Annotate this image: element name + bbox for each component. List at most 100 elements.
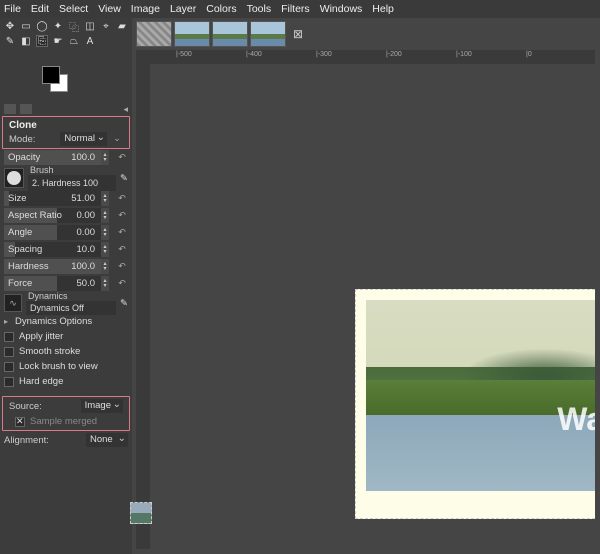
warp-tool-icon[interactable]: ⌖ xyxy=(100,20,112,32)
crop-tool-icon[interactable]: ⿻ xyxy=(68,20,80,32)
menu-edit[interactable]: Edit xyxy=(31,3,49,15)
ruler-mark: |-200 xyxy=(386,51,402,58)
brush-name-field[interactable]: 2. Hardness 100 xyxy=(28,175,116,191)
rect-select-tool-icon[interactable]: ▭ xyxy=(20,20,32,32)
sidebar: ✥ ▭ ◯ ✦ ⿻ ◫ ⌖ ▰ ✎ ◧ ⎘ ☛ ⏢ A ◂ Clone Mode… xyxy=(0,18,132,554)
brush-preview[interactable] xyxy=(4,168,24,188)
text-tool-icon[interactable]: A xyxy=(84,35,96,47)
ruler-mark: |-100 xyxy=(456,51,472,58)
menu-layer[interactable]: Layer xyxy=(170,3,196,15)
hardness-slider[interactable]: Hardness 100.0 ▴▾ xyxy=(4,259,109,274)
sample-merged-label: Sample merged xyxy=(30,416,97,427)
clone-tool-icon[interactable]: ⎘ xyxy=(36,35,48,47)
opacity-label: Opacity xyxy=(4,152,40,163)
path-tool-icon[interactable]: ⏢ xyxy=(68,35,80,47)
source-label: Source: xyxy=(9,401,42,412)
size-reset-icon[interactable]: ↶ xyxy=(116,193,128,204)
aspect-slider[interactable]: Aspect Ratio 0.00 ▴▾ xyxy=(4,208,109,223)
spacing-slider[interactable]: Spacing 10.0 ▴▾ xyxy=(4,242,109,257)
ruler-mark: |0 xyxy=(526,51,532,58)
aspect-value: 0.00 xyxy=(77,210,110,221)
highlight-clone: Clone Mode: Normal ⌄ xyxy=(2,116,130,149)
fuzzy-select-tool-icon[interactable]: ✦ xyxy=(52,20,64,32)
mode-label: Mode: xyxy=(9,134,35,145)
ruler-mark: |-300 xyxy=(316,51,332,58)
hardness-value: 100.0 xyxy=(71,261,109,272)
angle-reset-icon[interactable]: ↶ xyxy=(116,227,128,238)
brush-label: Brush xyxy=(28,165,116,175)
angle-label: Angle xyxy=(4,227,32,238)
free-select-tool-icon[interactable]: ◯ xyxy=(36,20,48,32)
opacity-value: 100.0 xyxy=(71,152,109,163)
alignment-label: Alignment: xyxy=(4,435,49,446)
source-dropdown[interactable]: Image xyxy=(81,399,123,413)
force-slider[interactable]: Force 50.0 ▴▾ xyxy=(4,276,109,291)
dock-menu-icon[interactable]: ◂ xyxy=(123,104,128,115)
menu-file[interactable]: File xyxy=(4,3,21,15)
smooth-checkbox[interactable] xyxy=(4,347,14,357)
dynamics-options-label[interactable]: Dynamics Options xyxy=(15,316,92,327)
image-tab-3[interactable] xyxy=(212,21,248,47)
image-tab-4[interactable] xyxy=(250,21,286,47)
jitter-checkbox[interactable] xyxy=(4,332,14,342)
move-tool-icon[interactable]: ✥ xyxy=(4,20,16,32)
mode-menu-icon[interactable]: ⌄ xyxy=(111,133,123,145)
dock-tab-options[interactable] xyxy=(4,104,16,114)
close-tab-icon[interactable]: ⊠ xyxy=(288,21,308,47)
expand-icon[interactable]: ▸ xyxy=(4,317,8,326)
menu-image[interactable]: Image xyxy=(131,3,160,15)
dock-tabs: ◂ xyxy=(0,102,132,116)
sample-merged-checkbox[interactable] xyxy=(15,417,25,427)
highlight-source: Source: Image Sample merged xyxy=(2,396,130,431)
color-swatches xyxy=(0,64,132,102)
menu-tools[interactable]: Tools xyxy=(247,3,272,15)
hardedge-checkbox[interactable] xyxy=(4,377,14,387)
mode-dropdown[interactable]: Normal xyxy=(60,132,107,146)
menu-filters[interactable]: Filters xyxy=(281,3,310,15)
menu-help[interactable]: Help xyxy=(372,3,394,15)
jitter-label: Apply jitter xyxy=(19,331,63,342)
dock-tab-device[interactable] xyxy=(20,104,32,114)
transform-tool-icon[interactable]: ◫ xyxy=(84,20,96,32)
menubar: File Edit Select View Image Layer Colors… xyxy=(0,0,600,18)
menu-windows[interactable]: Windows xyxy=(320,3,363,15)
canvas[interactable]: Wa xyxy=(150,64,595,549)
foreground-color[interactable] xyxy=(42,66,60,84)
image-tab-1[interactable] xyxy=(136,21,172,47)
aspect-label: Aspect Ratio xyxy=(4,210,62,221)
pencil-tool-icon[interactable]: ✎ xyxy=(4,35,16,47)
image-tab-2[interactable] xyxy=(174,21,210,47)
force-label: Force xyxy=(4,278,32,289)
menu-select[interactable]: Select xyxy=(59,3,88,15)
hardedge-label: Hard edge xyxy=(19,376,63,387)
bucket-tool-icon[interactable]: ▰ xyxy=(116,20,128,32)
angle-slider[interactable]: Angle 0.00 ▴▾ xyxy=(4,225,109,240)
aspect-reset-icon[interactable]: ↶ xyxy=(116,210,128,221)
size-value: 51.00 xyxy=(71,193,109,204)
ruler-mark: |-400 xyxy=(246,51,262,58)
dynamics-edit-icon[interactable]: ✎ xyxy=(120,298,128,309)
ruler-horizontal: |-500 |-400 |-300 |-200 |-100 |0 xyxy=(136,50,595,64)
dynamics-field[interactable]: Dynamics Off xyxy=(26,301,116,315)
menu-colors[interactable]: Colors xyxy=(206,3,236,15)
force-reset-icon[interactable]: ↶ xyxy=(116,278,128,289)
opacity-reset-icon[interactable]: ↶ xyxy=(116,152,128,163)
alignment-dropdown[interactable]: None xyxy=(86,433,128,447)
angle-value: 0.00 xyxy=(77,227,110,238)
dock-tab-image[interactable] xyxy=(130,502,152,524)
image-document[interactable]: Wa xyxy=(355,289,595,519)
smudge-tool-icon[interactable]: ☛ xyxy=(52,35,64,47)
eraser-tool-icon[interactable]: ◧ xyxy=(20,35,32,47)
lock-checkbox[interactable] xyxy=(4,362,14,372)
toolbox: ✥ ▭ ◯ ✦ ⿻ ◫ ⌖ ▰ ✎ ◧ ⎘ ☛ ⏢ A xyxy=(0,18,132,64)
opacity-slider[interactable]: Opacity 100.0 ▴▾ xyxy=(4,150,109,165)
dynamics-icon[interactable]: ∿ xyxy=(4,294,22,312)
size-slider[interactable]: Size 51.00 ▴▾ xyxy=(4,191,109,206)
brush-edit-icon[interactable]: ✎ xyxy=(120,173,128,184)
spacing-reset-icon[interactable]: ↶ xyxy=(116,244,128,255)
spacing-label: Spacing xyxy=(4,244,42,255)
force-value: 50.0 xyxy=(77,278,110,289)
smooth-label: Smooth stroke xyxy=(19,346,80,357)
menu-view[interactable]: View xyxy=(98,3,121,15)
hardness-reset-icon[interactable]: ↶ xyxy=(116,261,128,272)
